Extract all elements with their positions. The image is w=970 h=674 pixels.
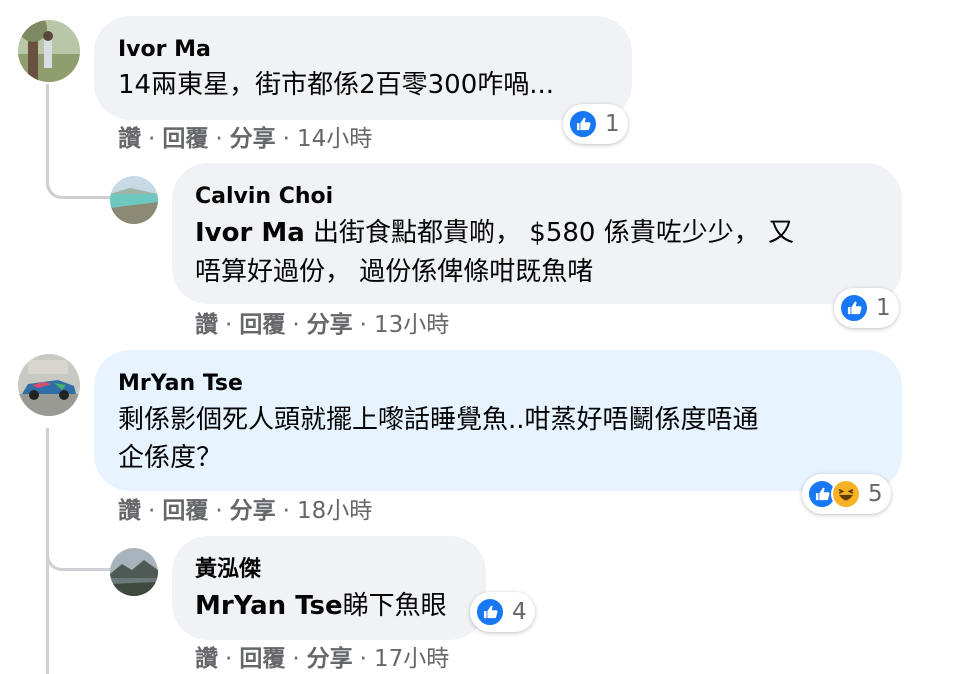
comment-actions: 讚 · 回覆 · 分享 · 17小時 bbox=[195, 645, 449, 673]
thread-elbow-2 bbox=[46, 520, 111, 571]
reply-button[interactable]: 回覆 bbox=[239, 646, 285, 672]
avatar-landscape-photo-icon bbox=[110, 548, 158, 596]
like-icon bbox=[839, 293, 869, 323]
reaction-summary[interactable]: 5 bbox=[802, 474, 891, 514]
like-button[interactable]: 讚 bbox=[195, 646, 218, 672]
share-button[interactable]: 分享 bbox=[307, 312, 353, 338]
timestamp[interactable]: 17小時 bbox=[374, 646, 449, 672]
separator: · bbox=[225, 646, 233, 672]
avatar[interactable] bbox=[18, 354, 80, 416]
reply-button[interactable]: 回覆 bbox=[162, 498, 208, 524]
share-button[interactable]: 分享 bbox=[230, 126, 276, 152]
timestamp[interactable]: 14小時 bbox=[297, 126, 372, 152]
comment-actions: 讚 · 回覆 · 分享 · 14小時 bbox=[118, 125, 372, 153]
reply-button[interactable]: 回覆 bbox=[162, 126, 208, 152]
comment-text: MrYan Tse睇下魚眼 bbox=[195, 588, 447, 625]
timestamp[interactable]: 18小時 bbox=[297, 498, 372, 524]
avatar-lake-photo-icon bbox=[110, 176, 158, 224]
share-button[interactable]: 分享 bbox=[230, 498, 276, 524]
mention-link[interactable]: Ivor Ma bbox=[195, 218, 305, 248]
reaction-summary[interactable]: 1 bbox=[563, 104, 628, 144]
thread-elbow-1b bbox=[46, 150, 111, 199]
comment-actions: 讚 · 回覆 · 分享 · 18小時 bbox=[118, 497, 372, 525]
comment-text: 14兩東星，街市都係2百零300咋喎... bbox=[118, 70, 555, 100]
avatar[interactable] bbox=[110, 176, 158, 224]
comment-text: Ivor Ma 出街食點都貴啲， $580 係貴咗少少， 又 bbox=[195, 215, 794, 252]
reaction-summary[interactable]: 4 bbox=[470, 592, 535, 632]
separator: · bbox=[215, 126, 223, 152]
comment-text-line2: 唔算好過份， 過份係俾條咁既魚啫 bbox=[195, 257, 594, 287]
separator: · bbox=[282, 498, 290, 524]
separator: · bbox=[359, 312, 367, 338]
comment-text-line1: 剩係影個死人頭就擺上嚟話睡覺魚..咁蒸好唔鬭係度唔通 bbox=[118, 405, 759, 435]
comment-actions: 讚 · 回覆 · 分享 · 13小時 bbox=[195, 311, 449, 339]
like-button[interactable]: 讚 bbox=[118, 126, 141, 152]
avatar[interactable] bbox=[18, 20, 80, 82]
comment-author[interactable]: 黃泓傑 bbox=[195, 557, 261, 583]
share-button[interactable]: 分享 bbox=[307, 646, 353, 672]
like-icon bbox=[568, 109, 598, 139]
reaction-count: 4 bbox=[512, 599, 527, 625]
avatar-tree-photo-icon bbox=[18, 20, 80, 82]
reaction-count: 5 bbox=[868, 481, 883, 507]
separator: · bbox=[292, 312, 300, 338]
avatar[interactable] bbox=[110, 548, 158, 596]
avatar-car-photo-icon bbox=[18, 354, 80, 416]
separator: · bbox=[225, 312, 233, 338]
like-icon bbox=[475, 597, 505, 627]
comment-text-line1: 出街食點都貴啲， $580 係貴咗少少， 又 bbox=[304, 218, 795, 248]
separator: · bbox=[148, 126, 156, 152]
separator: · bbox=[215, 498, 223, 524]
comment-author[interactable]: MrYan Tse bbox=[118, 371, 243, 397]
comment-text-body: 睇下魚眼 bbox=[342, 591, 447, 621]
like-button[interactable]: 讚 bbox=[118, 498, 141, 524]
reaction-summary[interactable]: 1 bbox=[834, 288, 899, 328]
comment-author[interactable]: Ivor Ma bbox=[118, 37, 211, 63]
comment-text-line2: 企係度？ bbox=[118, 443, 223, 473]
haha-icon bbox=[831, 479, 861, 509]
separator: · bbox=[148, 498, 156, 524]
like-button[interactable]: 讚 bbox=[195, 312, 218, 338]
separator: · bbox=[292, 646, 300, 672]
mention-link[interactable]: MrYan Tse bbox=[195, 591, 343, 621]
separator: · bbox=[359, 646, 367, 672]
separator: · bbox=[282, 126, 290, 152]
comment-author[interactable]: Calvin Choi bbox=[195, 184, 333, 210]
reply-button[interactable]: 回覆 bbox=[239, 312, 285, 338]
reaction-count: 1 bbox=[605, 111, 620, 137]
reaction-count: 1 bbox=[876, 295, 891, 321]
timestamp[interactable]: 13小時 bbox=[374, 312, 449, 338]
